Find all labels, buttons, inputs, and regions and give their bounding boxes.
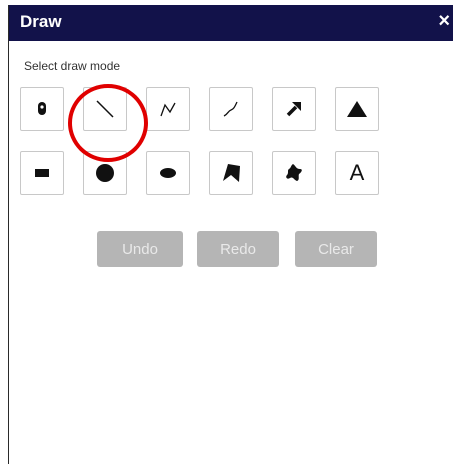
draw-polygon-button[interactable] [209,151,253,195]
draw-rectangle-button[interactable] [20,151,64,195]
pin-icon [38,102,46,115]
draw-panel: Draw × Select draw mode A Undo Redo Clea… [8,5,453,464]
redo-button[interactable]: Redo [197,231,279,267]
draw-freehand-polygon-button[interactable] [272,151,316,195]
draw-ellipse-button[interactable] [146,151,190,195]
triangle-icon [347,101,367,117]
clear-button[interactable]: Clear [295,231,377,267]
draw-arrow-button[interactable] [272,87,316,131]
select-draw-mode-label: Select draw mode [24,59,121,73]
draw-text-button[interactable]: A [335,151,379,195]
draw-freehand-line-button[interactable] [209,87,253,131]
line-icon [96,100,114,118]
title-bar: Draw × [9,5,453,41]
draw-point-button[interactable] [20,87,64,131]
text-icon: A [349,160,365,185]
draw-circle-button[interactable] [83,151,127,195]
draw-polyline-button[interactable] [146,87,190,131]
draw-triangle-button[interactable] [335,87,379,131]
polygon-icon [223,164,240,182]
undo-button[interactable]: Undo [97,231,183,267]
close-icon[interactable]: × [438,11,450,31]
draw-line-button[interactable] [83,87,127,131]
freehand-line-icon [223,101,238,117]
panel-title: Draw [20,12,62,31]
polyline-icon [160,102,176,117]
arrow-icon [286,102,301,117]
freehand-polygon-icon [286,164,302,181]
circle-icon [96,164,114,182]
rectangle-icon [35,169,49,177]
ellipse-icon [160,168,176,178]
